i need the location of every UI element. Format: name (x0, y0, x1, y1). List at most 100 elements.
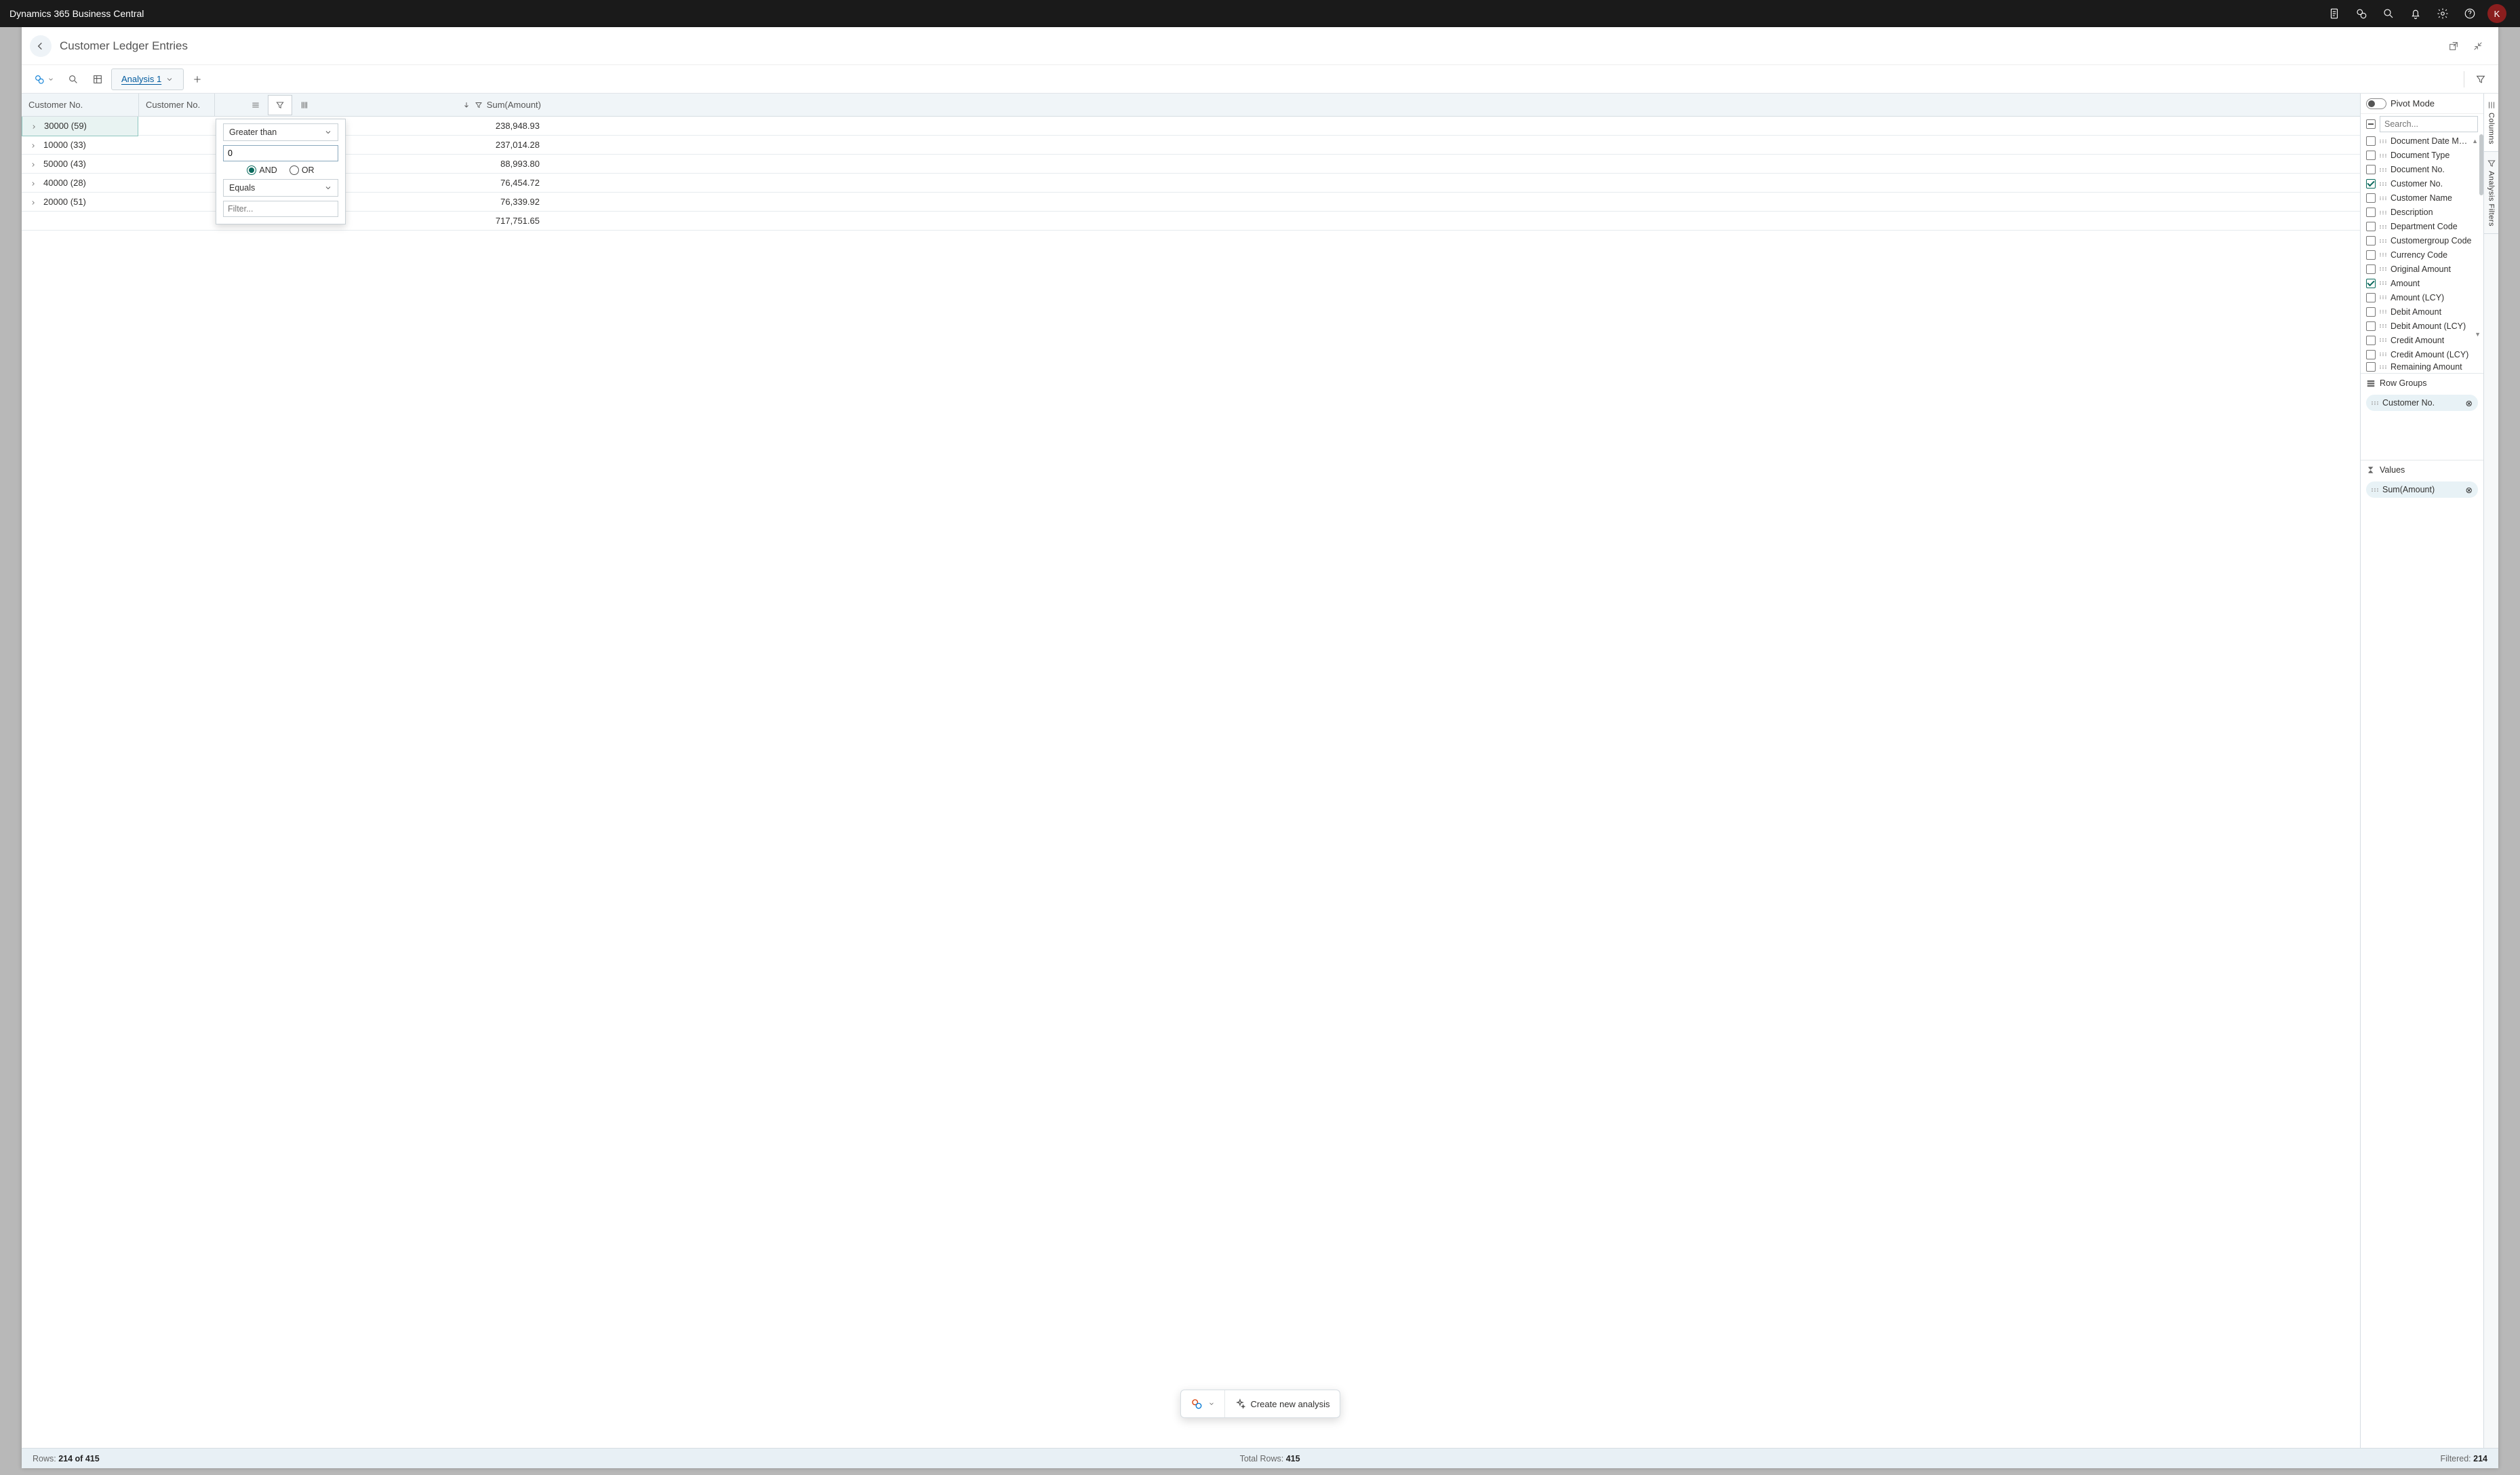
col-menu-filter-icon[interactable] (268, 95, 292, 115)
column-checkbox[interactable] (2366, 136, 2376, 146)
drag-handle-icon[interactable] (2380, 154, 2386, 157)
expand-icon[interactable] (30, 179, 38, 187)
column-item[interactable]: Document No. (2361, 163, 2483, 177)
column-checkbox[interactable] (2366, 279, 2376, 288)
col-menu-columns-icon[interactable] (292, 95, 317, 115)
tab-analysis-1[interactable]: Analysis 1 (111, 68, 184, 90)
column-checkbox[interactable] (2366, 336, 2376, 345)
column-checkbox[interactable] (2366, 222, 2376, 231)
values-area[interactable]: Sum(Amount) ⊗ (2361, 479, 2483, 1448)
column-checkbox[interactable] (2366, 362, 2376, 372)
filter-value1-input[interactable] (223, 145, 338, 161)
avatar-button[interactable]: K (2483, 0, 2511, 27)
drag-handle-icon[interactable] (2372, 401, 2378, 405)
drag-handle-icon[interactable] (2380, 197, 2386, 200)
column-item[interactable]: Credit Amount (LCY) (2361, 347, 2483, 361)
drag-handle-icon[interactable] (2372, 488, 2378, 492)
bell-icon[interactable] (2402, 0, 2429, 27)
help-icon[interactable] (2456, 0, 2483, 27)
column-item[interactable]: Currency Code (2361, 248, 2483, 262)
column-item[interactable]: Customer No. (2361, 177, 2483, 191)
col-header-amount[interactable]: Sum(Amount) (344, 94, 548, 116)
expand-icon[interactable] (31, 122, 39, 130)
drag-handle-icon[interactable] (2380, 168, 2386, 172)
grid-group-row[interactable]: 40000 (28)76,454.72 (22, 174, 2360, 193)
drag-handle-icon[interactable] (2380, 281, 2386, 285)
column-search-input[interactable] (2380, 116, 2478, 132)
col-header-customer-no-group[interactable]: Customer No. (22, 94, 138, 116)
gear-icon[interactable] (2429, 0, 2456, 27)
filter-op2-select[interactable]: Equals (223, 179, 338, 197)
drag-handle-icon[interactable] (2380, 182, 2386, 186)
col-menu-lines-icon[interactable] (243, 95, 268, 115)
vtab-analysis-filters[interactable]: Analysis Filters (2484, 152, 2498, 234)
layout-icon[interactable] (87, 68, 108, 90)
column-item[interactable]: Document Type (2361, 149, 2483, 163)
column-item[interactable]: Customergroup Code (2361, 234, 2483, 248)
column-checkbox[interactable] (2366, 193, 2376, 203)
filter-radio-and[interactable]: AND (247, 165, 277, 175)
column-item[interactable]: Debit Amount (LCY) (2361, 319, 2483, 333)
column-item[interactable]: Credit Amount (2361, 333, 2483, 347)
column-checkbox[interactable] (2366, 236, 2376, 245)
filter-value2-input[interactable] (223, 201, 338, 217)
pivot-mode-toggle[interactable] (2366, 98, 2386, 109)
drag-handle-icon[interactable] (2380, 239, 2386, 243)
column-item[interactable]: Original Amount (2361, 262, 2483, 276)
remove-pill-icon[interactable]: ⊗ (2466, 485, 2473, 495)
grid-body[interactable]: 30000 (59)238,948.9310000 (33)237,014.28… (22, 117, 2360, 1448)
expand-icon[interactable] (30, 198, 38, 206)
row-groups-area[interactable]: Customer No. ⊗ (2361, 392, 2483, 460)
popout-icon[interactable] (2441, 34, 2466, 58)
drag-handle-icon[interactable] (2380, 225, 2386, 229)
col-header-customer-no[interactable]: Customer No. (138, 94, 214, 116)
drag-handle-icon[interactable] (2380, 324, 2386, 328)
grid-group-row[interactable]: 20000 (51)76,339.92 (22, 193, 2360, 212)
copilot-icon[interactable] (2348, 0, 2375, 27)
column-checkbox[interactable] (2366, 208, 2376, 217)
scroll-down-caret-icon[interactable]: ▼ (2475, 331, 2481, 338)
search-icon[interactable] (2375, 0, 2402, 27)
column-item[interactable]: Remaining Amount (2361, 361, 2483, 373)
column-item[interactable]: Document Date Month▲ (2361, 134, 2483, 149)
column-checkbox[interactable] (2366, 293, 2376, 302)
column-checkbox[interactable] (2366, 307, 2376, 317)
column-checkbox[interactable] (2366, 179, 2376, 189)
grid-group-row[interactable]: 10000 (33)237,014.28 (22, 136, 2360, 155)
column-checkbox[interactable] (2366, 250, 2376, 260)
fab-copilot-button[interactable] (1180, 1390, 1224, 1417)
column-item[interactable]: Amount (LCY) (2361, 290, 2483, 304)
column-item[interactable]: Amount (2361, 276, 2483, 290)
drag-handle-icon[interactable] (2380, 338, 2386, 342)
drag-handle-icon[interactable] (2380, 353, 2386, 356)
drag-handle-icon[interactable] (2380, 366, 2386, 369)
vtab-columns[interactable]: Columns (2484, 94, 2498, 152)
avatar[interactable]: K (2487, 4, 2506, 23)
row-group-pill[interactable]: Customer No. ⊗ (2366, 395, 2478, 411)
filter-toggle-icon[interactable] (2470, 68, 2492, 90)
select-all-checkbox[interactable] (2366, 119, 2376, 129)
filter-op1-select[interactable]: Greater than (223, 123, 338, 141)
column-item[interactable]: Customer Name (2361, 191, 2483, 205)
column-checkbox[interactable] (2366, 321, 2376, 331)
column-item[interactable]: Department Code (2361, 220, 2483, 234)
expand-icon[interactable] (30, 141, 38, 149)
column-checkbox[interactable] (2366, 151, 2376, 160)
column-checkbox[interactable] (2366, 264, 2376, 274)
drag-handle-icon[interactable] (2380, 310, 2386, 313)
copilot-dropdown[interactable] (28, 68, 60, 90)
doc-icon[interactable] (2321, 0, 2348, 27)
value-pill[interactable]: Sum(Amount) ⊗ (2366, 481, 2478, 498)
grid-group-row[interactable]: 30000 (59)238,948.93 (22, 117, 2360, 136)
drag-handle-icon[interactable] (2380, 296, 2386, 299)
drag-handle-icon[interactable] (2380, 253, 2386, 256)
add-tab-button[interactable] (186, 68, 208, 90)
filter-radio-or[interactable]: OR (289, 165, 315, 175)
column-item[interactable]: Debit Amount (2361, 304, 2483, 319)
remove-pill-icon[interactable]: ⊗ (2466, 398, 2473, 408)
search-analysis-icon[interactable] (62, 68, 84, 90)
drag-handle-icon[interactable] (2380, 140, 2386, 143)
column-list[interactable]: Document Date Month▲Document TypeDocumen… (2361, 134, 2483, 373)
column-checkbox[interactable] (2366, 165, 2376, 174)
drag-handle-icon[interactable] (2380, 211, 2386, 214)
